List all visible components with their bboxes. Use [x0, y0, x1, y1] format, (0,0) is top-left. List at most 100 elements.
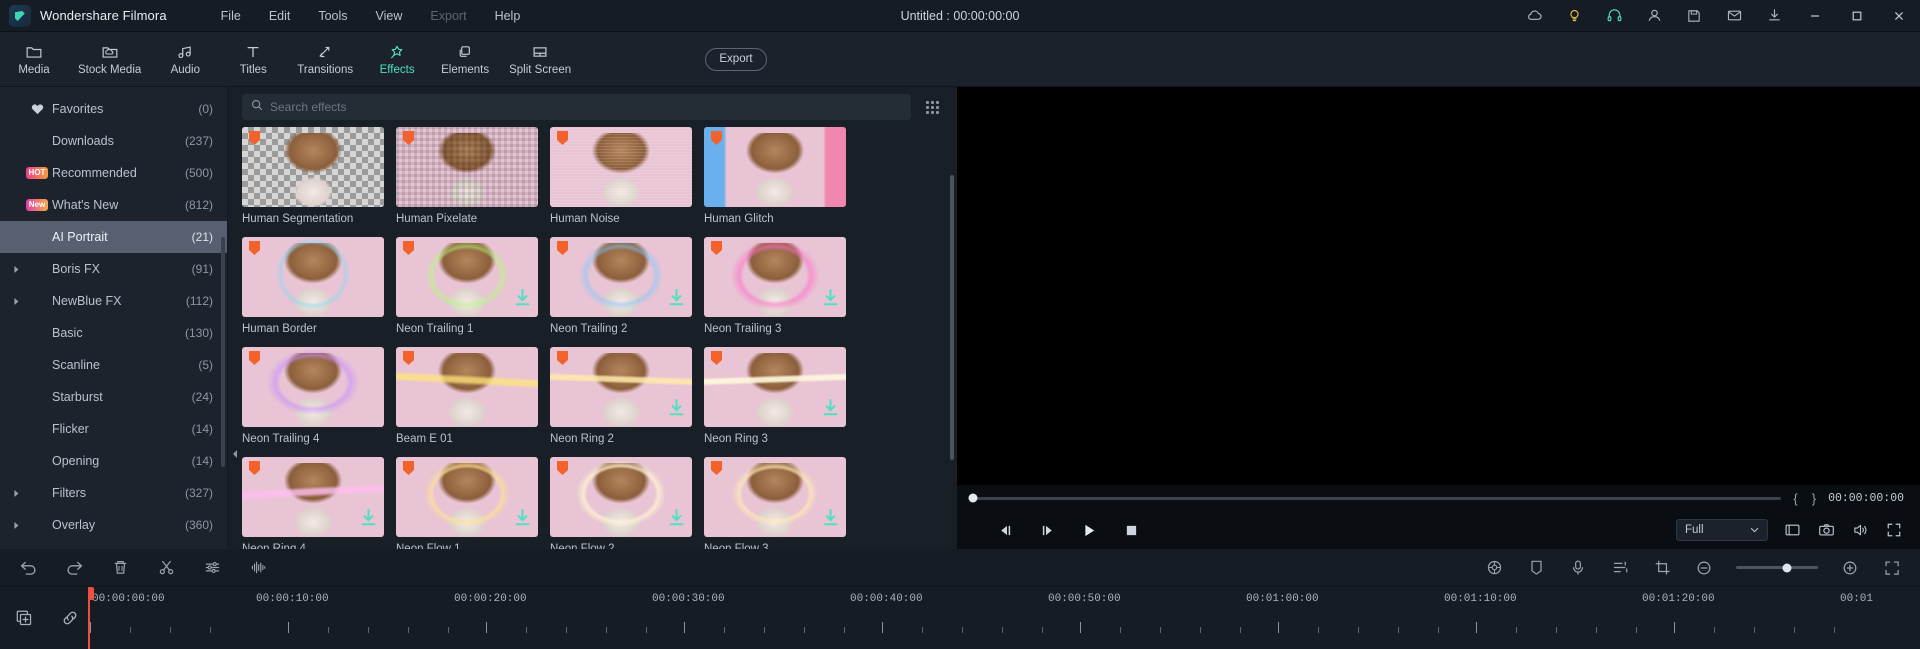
effect-card[interactable]: Human Glitch — [704, 127, 846, 225]
chevron-right-icon[interactable] — [8, 265, 24, 274]
chevron-right-icon[interactable] — [8, 521, 24, 530]
effects-grid-scroll[interactable]: Human Segmentation Human Pixelate Human … — [228, 127, 957, 549]
menu-help[interactable]: Help — [481, 5, 535, 27]
effect-card[interactable]: Neon Trailing 2 — [550, 237, 692, 335]
chevron-right-icon[interactable] — [8, 489, 24, 498]
sidebar-item-basic[interactable]: Basic (130) — [0, 317, 227, 349]
favorite-flag-icon[interactable] — [557, 241, 568, 255]
effect-thumbnail[interactable] — [704, 347, 846, 427]
zoom-slider-handle[interactable] — [1782, 563, 1792, 572]
fit-screen-icon[interactable] — [1882, 558, 1902, 578]
download-icon[interactable] — [515, 289, 530, 311]
effect-thumbnail[interactable] — [242, 457, 384, 537]
effect-card[interactable]: Neon Trailing 3 — [704, 237, 846, 335]
audio-mixer-icon[interactable] — [1610, 558, 1630, 578]
lightbulb-icon[interactable] — [1554, 0, 1594, 32]
close-button[interactable] — [1878, 0, 1920, 32]
effect-card[interactable]: Neon Ring 3 — [704, 347, 846, 445]
sidebar-item-ai-portrait[interactable]: AI Portrait (21) — [0, 221, 227, 253]
menu-tools[interactable]: Tools — [304, 5, 361, 27]
download-icon[interactable] — [823, 399, 838, 421]
sidebar-item-newblue-fx[interactable]: NewBlue FX (112) — [0, 285, 227, 317]
effect-thumbnail[interactable] — [550, 347, 692, 427]
waveform-icon[interactable] — [248, 558, 268, 578]
effect-thumbnail[interactable] — [242, 237, 384, 317]
mark-out-button[interactable]: } — [1810, 491, 1818, 506]
redo-arrow-icon[interactable] — [64, 558, 84, 578]
trash-icon[interactable] — [110, 558, 130, 578]
effect-thumbnail[interactable] — [396, 457, 538, 537]
seek-handle[interactable] — [968, 493, 978, 503]
sidebar-item-opening[interactable]: Opening (14) — [0, 445, 227, 477]
effect-thumbnail[interactable] — [242, 347, 384, 427]
tab-elements[interactable]: Elements — [431, 32, 499, 87]
zoom-out-icon[interactable] — [1694, 558, 1714, 578]
effect-card[interactable]: Neon Trailing 4 — [242, 347, 384, 445]
mark-in-button[interactable]: { — [1791, 491, 1799, 506]
favorite-flag-icon[interactable] — [249, 461, 260, 475]
download-icon[interactable] — [361, 509, 376, 531]
download-icon[interactable] — [823, 289, 838, 311]
tab-effects[interactable]: Effects — [363, 32, 431, 87]
stop-icon[interactable] — [1121, 520, 1141, 540]
effect-thumbnail[interactable] — [396, 347, 538, 427]
color-wheel-icon[interactable] — [1484, 558, 1504, 578]
tab-titles[interactable]: Titles — [219, 32, 287, 87]
effect-thumbnail[interactable] — [704, 237, 846, 317]
export-button[interactable]: Export — [705, 47, 767, 71]
account-icon[interactable] — [1634, 0, 1674, 32]
favorite-flag-icon[interactable] — [249, 241, 260, 255]
effect-card[interactable]: Human Border — [242, 237, 384, 335]
sidebar-item-favorites[interactable]: Favorites (0) — [0, 93, 227, 125]
sidebar-item-overlay[interactable]: Overlay (360) — [0, 509, 227, 541]
effect-thumbnail[interactable] — [550, 127, 692, 207]
play-icon[interactable] — [1079, 520, 1099, 540]
favorite-flag-icon[interactable] — [403, 131, 414, 145]
mail-icon[interactable] — [1714, 0, 1754, 32]
favorite-flag-icon[interactable] — [711, 351, 722, 365]
sidebar-item-whats-new[interactable]: New What's New (812) — [0, 189, 227, 221]
sidebar-item-downloads[interactable]: Downloads (237) — [0, 125, 227, 157]
menu-file[interactable]: File — [207, 5, 255, 27]
menu-edit[interactable]: Edit — [255, 5, 305, 27]
effect-thumbnail[interactable] — [550, 237, 692, 317]
download-icon[interactable] — [669, 399, 684, 421]
favorite-flag-icon[interactable] — [557, 351, 568, 365]
sidebar-item-filters[interactable]: Filters (327) — [0, 477, 227, 509]
sidebar-item-boris-fx[interactable]: Boris FX (91) — [0, 253, 227, 285]
favorite-flag-icon[interactable] — [711, 241, 722, 255]
camera-icon[interactable] — [1816, 520, 1836, 540]
favorite-flag-icon[interactable] — [711, 461, 722, 475]
effect-card[interactable]: Neon Trailing 1 — [396, 237, 538, 335]
favorite-flag-icon[interactable] — [403, 241, 414, 255]
undo-arrow-icon[interactable] — [18, 558, 38, 578]
quality-select[interactable]: Full — [1676, 519, 1768, 541]
effect-card[interactable]: Beam E 01 — [396, 347, 538, 445]
sidebar-item-flicker[interactable]: Flicker (14) — [0, 413, 227, 445]
playhead[interactable] — [88, 587, 94, 649]
headset-icon[interactable] — [1594, 0, 1634, 32]
grid-view-icon[interactable] — [921, 96, 943, 118]
tab-media[interactable]: Media — [0, 32, 68, 87]
marker-icon[interactable] — [1526, 558, 1546, 578]
effect-card[interactable]: Human Pixelate — [396, 127, 538, 225]
effect-card[interactable]: Human Segmentation — [242, 127, 384, 225]
download-icon[interactable] — [1754, 0, 1794, 32]
expand-icon[interactable] — [1884, 520, 1904, 540]
maximize-button[interactable] — [1836, 0, 1878, 32]
favorite-flag-icon[interactable] — [711, 131, 722, 145]
effect-card[interactable]: Neon Flow 3 — [704, 457, 846, 549]
link-chain-icon[interactable] — [60, 608, 80, 628]
crop-icon[interactable] — [1652, 558, 1672, 578]
effect-thumbnail[interactable] — [550, 457, 692, 537]
effect-thumbnail[interactable] — [704, 127, 846, 207]
seek-bar[interactable] — [968, 493, 1782, 503]
favorite-flag-icon[interactable] — [557, 131, 568, 145]
effect-card[interactable]: Neon Ring 4 — [242, 457, 384, 549]
sidebar-scrollbar[interactable] — [221, 237, 225, 467]
chevron-right-icon[interactable] — [8, 297, 24, 306]
crop-marker-icon[interactable] — [1782, 520, 1802, 540]
tab-transitions[interactable]: Transitions — [287, 32, 363, 87]
effect-card[interactable]: Neon Ring 2 — [550, 347, 692, 445]
download-icon[interactable] — [669, 289, 684, 311]
